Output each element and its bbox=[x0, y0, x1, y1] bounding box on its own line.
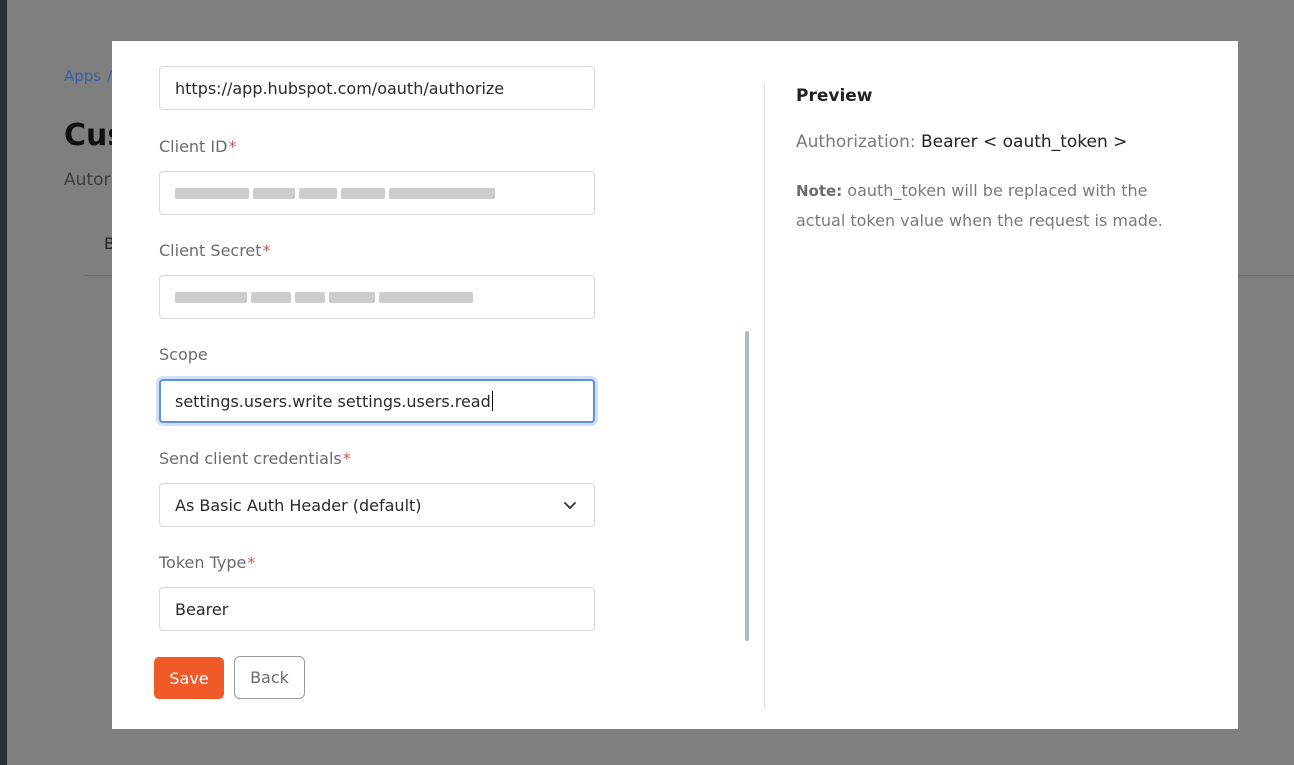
required-asterisk: * bbox=[342, 449, 351, 468]
client-id-masked-value bbox=[175, 172, 495, 214]
client-id-label-text: Client ID bbox=[159, 137, 228, 156]
authorization-url-input[interactable]: https://app.hubspot.com/oauth/authorize bbox=[159, 66, 595, 110]
save-button[interactable]: Save bbox=[154, 657, 224, 699]
text-caret bbox=[491, 391, 493, 411]
required-asterisk: * bbox=[262, 241, 271, 260]
preview-authorization: Authorization: Bearer < oauth_token > bbox=[796, 132, 1196, 152]
preview-auth-key: Authorization: bbox=[796, 132, 916, 152]
preview-panel: Preview Authorization: Bearer < oauth_to… bbox=[796, 86, 1196, 236]
token-type-value: Bearer bbox=[175, 599, 229, 619]
required-asterisk: * bbox=[228, 137, 237, 156]
preview-note-label: Note: bbox=[796, 182, 843, 200]
breadcrumb-apps-link[interactable]: Apps bbox=[64, 67, 101, 85]
scope-label: Scope bbox=[159, 345, 208, 364]
preview-note-text: oauth_token will be replaced with the ac… bbox=[796, 181, 1163, 230]
client-secret-masked-value bbox=[175, 276, 473, 318]
required-asterisk: * bbox=[247, 553, 256, 572]
client-id-input[interactable] bbox=[159, 171, 595, 215]
token-type-label: Token Type* bbox=[159, 553, 255, 572]
send-credentials-label: Send client credentials* bbox=[159, 449, 351, 468]
chevron-down-icon bbox=[564, 502, 576, 509]
back-button[interactable]: Back bbox=[234, 656, 305, 699]
preview-heading: Preview bbox=[796, 86, 873, 106]
send-credentials-selected: As Basic Auth Header (default) bbox=[175, 495, 422, 515]
client-secret-label-text: Client Secret bbox=[159, 241, 262, 260]
column-divider bbox=[764, 83, 765, 710]
oauth-config-modal: https://app.hubspot.com/oauth/authorize … bbox=[112, 41, 1238, 729]
authorization-url-value: https://app.hubspot.com/oauth/authorize bbox=[175, 78, 505, 98]
send-credentials-select[interactable]: As Basic Auth Header (default) bbox=[159, 483, 595, 527]
page-subtitle: Autor bbox=[64, 170, 111, 190]
send-credentials-label-text: Send client credentials bbox=[159, 449, 342, 468]
breadcrumb: Apps / bbox=[64, 67, 112, 85]
preview-note: Note: oauth_token will be replaced with … bbox=[796, 176, 1176, 236]
client-id-label: Client ID* bbox=[159, 137, 236, 156]
scope-input[interactable]: settings.users.write settings.users.read bbox=[159, 379, 595, 423]
form-scrollbar[interactable] bbox=[745, 331, 749, 641]
token-type-input[interactable]: Bearer bbox=[159, 587, 595, 631]
token-type-label-text: Token Type bbox=[159, 553, 247, 572]
client-secret-input[interactable] bbox=[159, 275, 595, 319]
scope-value: settings.users.write settings.users.read bbox=[175, 391, 491, 411]
preview-auth-value: Bearer < oauth_token > bbox=[921, 132, 1128, 152]
client-secret-label: Client Secret* bbox=[159, 241, 271, 260]
form-column: https://app.hubspot.com/oauth/authorize … bbox=[112, 41, 764, 729]
